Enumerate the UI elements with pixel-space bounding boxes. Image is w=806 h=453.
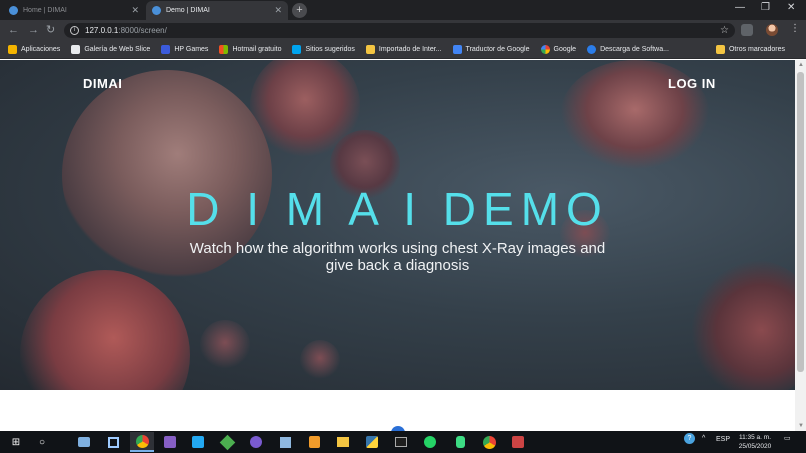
new-tab-plus-icon[interactable]: + <box>292 3 307 18</box>
virus-illustration <box>20 270 190 390</box>
clock[interactable]: 11:35 a. m. 25/05/2020 <box>735 433 775 451</box>
tab-title: Home | DIMAI <box>23 7 67 14</box>
bing-icon <box>292 44 302 54</box>
web-slice-icon <box>71 44 81 54</box>
tab-title: Demo | DIMAI <box>166 7 210 14</box>
language-indicator[interactable]: ESP <box>716 436 730 443</box>
globe-icon <box>587 44 597 54</box>
url-path: :8000/screen/ <box>118 26 167 35</box>
android-icon[interactable] <box>452 434 468 450</box>
bookmark-web-slice[interactable]: Galería de Web Slice <box>71 44 151 54</box>
minimize-icon[interactable]: — <box>735 2 745 13</box>
visual-studio-icon[interactable] <box>162 434 178 450</box>
other-bookmarks-label: Otros marcadores <box>728 46 785 53</box>
site-favicon-icon <box>152 6 161 15</box>
bookmark-label: Hotmail gratuito <box>232 45 282 53</box>
brand-logo[interactable]: DIMAI <box>83 76 122 91</box>
obs-icon[interactable] <box>248 434 264 450</box>
site-info-icon[interactable]: i <box>70 26 79 35</box>
python-icon[interactable] <box>364 434 380 450</box>
close-tab-icon[interactable]: ✕ <box>274 5 282 16</box>
task-view-icon[interactable] <box>76 434 92 450</box>
login-link[interactable]: LOG IN <box>668 76 716 91</box>
virtualbox-icon[interactable] <box>277 434 293 450</box>
close-window-icon[interactable]: ✕ <box>787 2 795 13</box>
chrome-icon[interactable] <box>130 432 154 452</box>
maximize-icon[interactable]: ❐ <box>761 2 770 13</box>
clock-date: 25/05/2020 <box>738 443 772 450</box>
bookmark-label: Google <box>553 45 577 53</box>
windows-taskbar: ⊞ ○ ? ^ ESP 11:35 a. m. 25/05/2020 ▭ <box>0 431 806 453</box>
windows-logo-icon <box>219 44 229 54</box>
bookmark-label: HP Games <box>174 45 209 53</box>
hero-subtitle: Watch how the algorithm works using ches… <box>189 240 606 274</box>
bookmark-descarga[interactable]: Descarga de Softwa... <box>587 44 669 54</box>
translate-icon <box>452 44 462 54</box>
notification-icon[interactable]: ▭ <box>784 434 791 442</box>
bookmarks-bar: Aplicaciones Galería de Web Slice HP Gam… <box>0 40 806 59</box>
virus-illustration <box>300 340 340 380</box>
bookmark-label: Galería de Web Slice <box>84 45 151 53</box>
bookmark-label: Descarga de Softwa... <box>600 45 669 53</box>
bookmark-traductor[interactable]: Traductor de Google <box>452 44 530 54</box>
help-icon[interactable]: ? <box>684 433 695 444</box>
back-arrow-icon[interactable]: ← <box>8 24 19 36</box>
bookmark-hp-games[interactable]: HP Games <box>161 44 209 54</box>
vscode-icon[interactable] <box>190 434 206 450</box>
snipping-tool-icon[interactable] <box>510 434 526 450</box>
terminal-icon[interactable] <box>393 434 409 450</box>
bookmark-aplicaciones[interactable]: Aplicaciones <box>8 44 61 54</box>
whatsapp-icon[interactable] <box>422 434 438 450</box>
start-windows-icon[interactable]: ⊞ <box>8 434 24 450</box>
bookmark-star-icon[interactable]: ☆ <box>720 25 729 36</box>
bookmark-importado[interactable]: Importado de Inter... <box>365 44 442 54</box>
site-favicon-icon <box>9 6 18 15</box>
bookmark-hotmail[interactable]: Hotmail gratuito <box>219 44 282 54</box>
page-scrollbar[interactable]: ▲ ▼ <box>795 60 806 431</box>
extension-icon[interactable] <box>741 24 753 36</box>
browser-toolbar: ← → ↻ i 127.0.0.1:8000/screen/ ☆ ⋮ <box>0 20 806 40</box>
virus-illustration <box>690 260 795 390</box>
tab-demo[interactable]: Demo | DIMAI ✕ <box>146 1 288 20</box>
bookmark-label: Importado de Inter... <box>378 45 442 53</box>
address-bar[interactable]: i 127.0.0.1:8000/screen/ ☆ <box>64 23 735 38</box>
folder-icon <box>365 44 375 54</box>
forward-arrow-icon[interactable]: → <box>28 24 39 36</box>
hero-title: D I M A I DEMO <box>186 183 609 235</box>
hp-games-icon <box>161 44 171 54</box>
virus-illustration <box>200 320 250 370</box>
scrollbar-thumb[interactable] <box>797 72 804 372</box>
folder-icon <box>715 45 725 54</box>
bookmark-google[interactable]: Google <box>540 44 577 54</box>
browser-tab-strip: Home | DIMAI ✕ Demo | DIMAI ✕ + — ❐ ✕ <box>0 0 806 20</box>
scroll-down-icon[interactable]: ▼ <box>798 423 804 429</box>
other-bookmarks[interactable]: Otros marcadores <box>715 40 785 59</box>
git-icon[interactable] <box>219 434 235 450</box>
clock-time: 11:35 a. m. <box>738 434 772 441</box>
tab-home[interactable]: Home | DIMAI ✕ <box>3 1 145 20</box>
google-icon <box>540 44 550 54</box>
close-tab-icon[interactable]: ✕ <box>131 5 139 16</box>
bookmark-label: Aplicaciones <box>21 45 61 53</box>
bookmark-sitios-sugeridos[interactable]: Sitios sugeridos <box>292 44 355 54</box>
bookmark-label: Traductor de Google <box>465 45 530 53</box>
file-explorer-icon[interactable] <box>335 434 351 450</box>
chrome-secondary-icon[interactable] <box>481 434 497 450</box>
bookmark-label: Sitios sugeridos <box>305 45 355 53</box>
menu-kebab-icon[interactable]: ⋮ <box>790 23 800 34</box>
sublime-icon[interactable] <box>306 434 322 450</box>
tray-up-chevron-icon[interactable]: ^ <box>702 435 705 442</box>
apps-grid-icon <box>8 44 17 54</box>
profile-avatar[interactable] <box>766 24 778 36</box>
screen: Home | DIMAI ✕ Demo | DIMAI ✕ + — ❐ ✕ ← … <box>0 0 806 453</box>
url-host: 127.0.0.1 <box>85 26 119 35</box>
scroll-up-icon[interactable]: ▲ <box>798 62 804 68</box>
store-icon[interactable] <box>105 434 121 450</box>
search-circle-icon[interactable]: ○ <box>34 434 50 450</box>
reload-icon[interactable]: ↻ <box>46 24 55 36</box>
